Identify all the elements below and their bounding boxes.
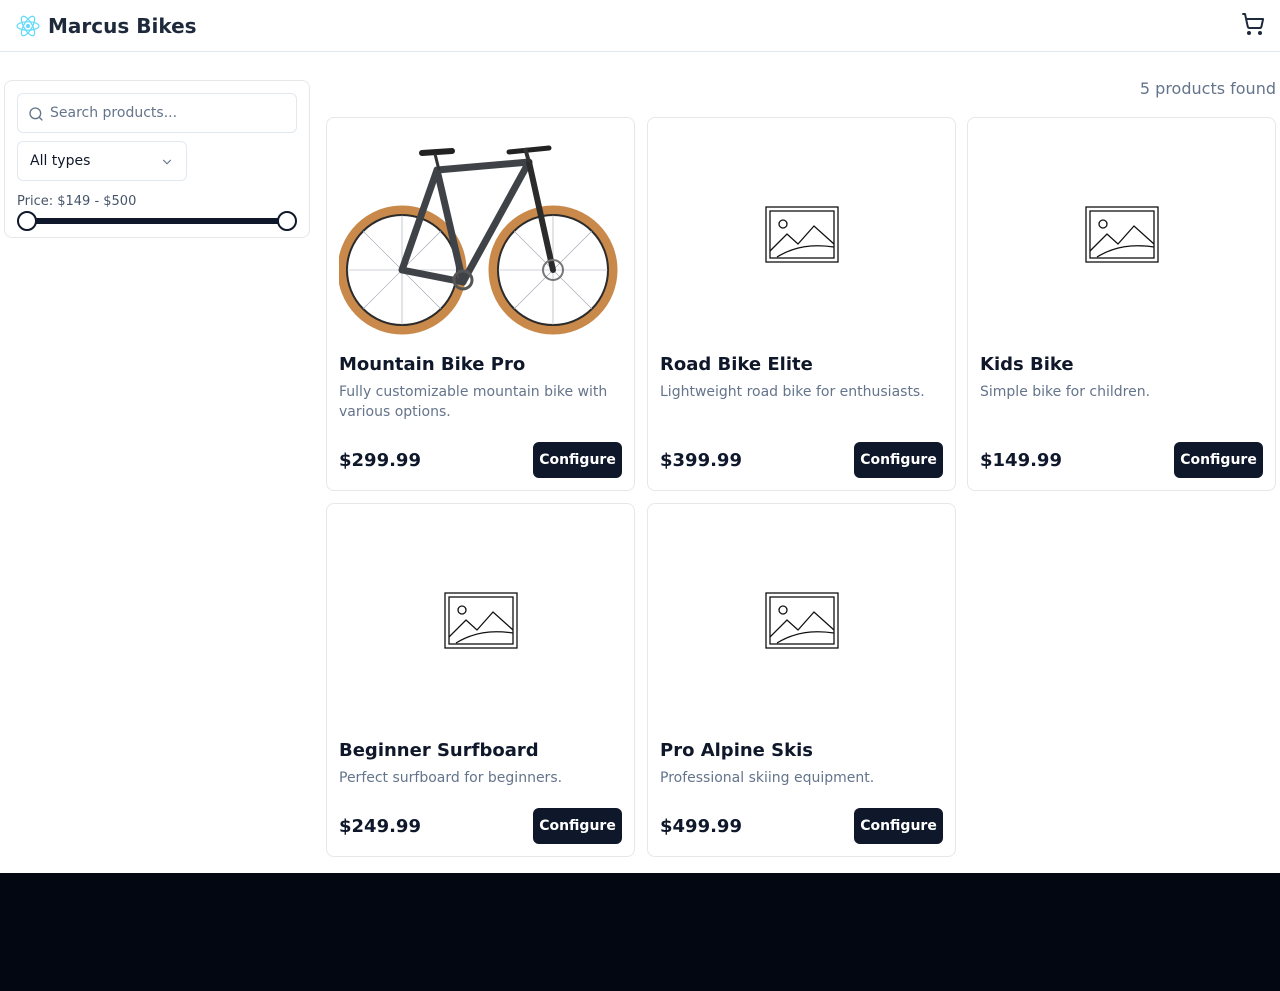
price-slider-max-handle[interactable] — [277, 211, 297, 231]
image-placeholder-icon — [443, 591, 518, 649]
type-select[interactable]: All types — [17, 141, 187, 181]
shopping-cart-icon[interactable] — [1241, 12, 1265, 36]
product-price: $249.99 — [339, 816, 421, 837]
price-slider-track[interactable] — [27, 218, 287, 224]
product-description: Perfect surfboard for beginners. — [339, 770, 563, 786]
search-icon — [29, 107, 43, 121]
filters-panel: All types Price: $149 - $500 — [4, 80, 310, 238]
product-name: Kids Bike — [980, 354, 1074, 375]
type-select-value: All types — [30, 153, 91, 169]
product-card: Kids Bike Simple bike for children. $149… — [967, 117, 1276, 491]
product-name: Mountain Bike Pro — [339, 354, 526, 375]
product-name: Road Bike Elite — [660, 354, 813, 375]
configure-button[interactable]: Configure — [854, 808, 943, 844]
product-card: Pro Alpine Skis Professional skiing equi… — [647, 503, 956, 857]
product-price: $499.99 — [660, 816, 742, 837]
search-box[interactable] — [17, 93, 297, 133]
configure-button[interactable]: Configure — [533, 808, 622, 844]
react-logo-icon — [16, 15, 40, 37]
brand-name[interactable]: Marcus Bikes — [48, 12, 197, 40]
image-placeholder-icon — [764, 205, 839, 263]
product-price: $299.99 — [339, 450, 421, 471]
product-image — [660, 130, 943, 338]
product-image — [980, 130, 1263, 338]
image-placeholder-icon — [1084, 205, 1159, 263]
product-image — [339, 516, 622, 724]
product-description: Professional skiing equipment. — [660, 770, 875, 786]
product-name: Pro Alpine Skis — [660, 740, 813, 761]
product-price: $399.99 — [660, 450, 742, 471]
results-count: 5 products found — [1139, 79, 1276, 98]
configure-button[interactable]: Configure — [533, 442, 622, 478]
configure-button[interactable]: Configure — [1174, 442, 1263, 478]
price-range-label: Price: $149 - $500 — [17, 194, 137, 209]
chevron-down-icon — [162, 159, 172, 165]
price-slider-min-handle[interactable] — [17, 211, 37, 231]
product-description: Lightweight road bike for enthusiasts. — [660, 384, 925, 400]
product-card: Beginner Surfboard Perfect surfboard for… — [326, 503, 635, 857]
product-card: Road Bike Elite Lightweight road bike fo… — [647, 117, 956, 491]
bicycle-photo — [339, 145, 618, 335]
product-description: Fully customizable mountain bike with va… — [339, 384, 608, 420]
search-input[interactable] — [50, 94, 290, 132]
product-image — [660, 516, 943, 724]
footer — [0, 873, 1280, 991]
product-image — [339, 130, 622, 338]
product-name: Beginner Surfboard — [339, 740, 539, 761]
top-nav: Marcus Bikes — [0, 0, 1280, 52]
product-card: Mountain Bike Pro Fully customizable mou… — [326, 117, 635, 491]
product-price: $149.99 — [980, 450, 1062, 471]
image-placeholder-icon — [764, 591, 839, 649]
product-description: Simple bike for children. — [980, 384, 1151, 400]
configure-button[interactable]: Configure — [854, 442, 943, 478]
